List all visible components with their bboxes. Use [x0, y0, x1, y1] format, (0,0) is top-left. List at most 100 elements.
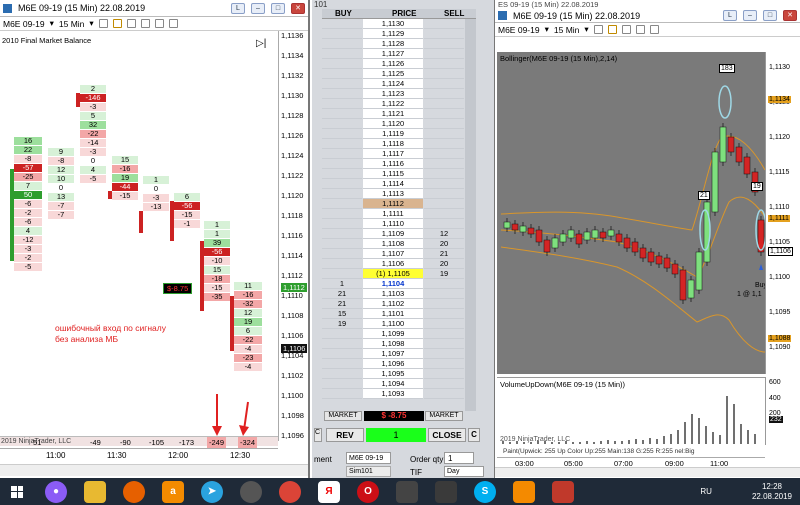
buy-cell[interactable] [322, 249, 362, 259]
sell-cell[interactable] [424, 49, 464, 59]
buy-cell[interactable] [322, 359, 362, 369]
properties-icon[interactable] [635, 25, 645, 34]
tray-lang[interactable]: RU [700, 487, 712, 496]
sell-cell[interactable] [424, 119, 464, 129]
sell-cell[interactable]: 20 [424, 239, 464, 249]
buy-cell[interactable] [322, 89, 362, 99]
app-icon[interactable] [396, 480, 418, 503]
horizontal-scrollbar[interactable] [0, 464, 308, 476]
minimize-button[interactable]: – [251, 2, 265, 14]
c-button[interactable]: C [468, 428, 480, 442]
instrument-selector[interactable]: M6E 09-19 [3, 19, 45, 29]
close-position-button[interactable]: CLOSE [428, 428, 466, 442]
buy-cell[interactable] [322, 239, 362, 249]
sell-cell[interactable] [424, 289, 464, 299]
sell-cell[interactable] [424, 59, 464, 69]
buy-cell[interactable] [322, 109, 362, 119]
sell-cell[interactable]: 21 [424, 249, 464, 259]
right-window-title-row[interactable]: M6E 09-19 (15 Min) 22.08.2019 L – □ ✕ [495, 9, 800, 23]
sell-cell[interactable] [424, 279, 464, 289]
sell-cell[interactable] [424, 199, 464, 209]
ninjatrader-icon[interactable] [552, 480, 574, 503]
minimize-button[interactable]: – [743, 10, 757, 21]
sell-cell[interactable] [424, 379, 464, 389]
interval-selector[interactable]: 15 Min [59, 19, 85, 29]
avast-icon[interactable]: a [162, 480, 184, 503]
buy-cell[interactable] [322, 29, 362, 39]
link-button[interactable]: L [723, 10, 737, 21]
sell-cell[interactable] [424, 329, 464, 339]
yandex-icon[interactable]: Я [318, 480, 340, 503]
sell-cell[interactable] [424, 79, 464, 89]
interval-selector[interactable]: 15 Min [554, 25, 580, 35]
buy-cell[interactable]: 1 [322, 279, 362, 289]
buy-cell[interactable] [322, 59, 362, 69]
buy-cell[interactable]: 19 [322, 319, 362, 329]
opera-icon[interactable]: O [357, 480, 379, 503]
dropdown-icon[interactable]: ▾ [584, 24, 588, 35]
sell-cell[interactable] [424, 359, 464, 369]
sell-cell[interactable] [424, 369, 464, 379]
sell-cell[interactable] [424, 169, 464, 179]
sell-cell[interactable] [424, 19, 464, 29]
sell-cell[interactable]: 12 [424, 229, 464, 239]
buy-cell[interactable] [322, 149, 362, 159]
sell-cell[interactable]: 20 [424, 259, 464, 269]
buy-cell[interactable] [322, 339, 362, 349]
sell-cell[interactable] [424, 109, 464, 119]
sell-cell[interactable] [424, 219, 464, 229]
buy-cell[interactable] [322, 389, 362, 399]
tif-field[interactable]: Day [444, 466, 484, 477]
buy-cell[interactable] [322, 209, 362, 219]
buy-cell[interactable]: 21 [322, 289, 362, 299]
vlc-icon[interactable] [513, 480, 535, 503]
buy-cell[interactable] [322, 39, 362, 49]
start-button[interactable] [6, 481, 28, 503]
sell-cell[interactable] [424, 149, 464, 159]
buy-cell[interactable] [322, 19, 362, 29]
buy-cell[interactable] [322, 169, 362, 179]
buy-cell[interactable] [322, 259, 362, 269]
clock[interactable]: 12:28 22.08.2019 [752, 482, 792, 502]
app-icon[interactable] [435, 480, 457, 503]
buy-cell[interactable] [322, 99, 362, 109]
right-window-titlebar[interactable]: ES 09-19 (15 Min) 22.08.2019 [495, 0, 800, 9]
instrument-field[interactable]: M6E 09-19 [346, 452, 391, 464]
telegram-icon[interactable]: ➤ [201, 480, 223, 503]
buy-cell[interactable] [322, 159, 362, 169]
sell-cell[interactable] [424, 309, 464, 319]
close-button[interactable]: ✕ [783, 10, 797, 21]
sell-cell[interactable] [424, 129, 464, 139]
rev-button[interactable]: REV [326, 428, 364, 442]
zoom-icon[interactable] [98, 19, 108, 28]
left-mini-button[interactable]: C [314, 428, 322, 442]
sell-cell[interactable] [424, 29, 464, 39]
sell-cell[interactable] [424, 69, 464, 79]
strategy-icon[interactable] [649, 25, 659, 34]
sell-cell[interactable] [424, 299, 464, 309]
app-icon[interactable] [240, 480, 262, 503]
sell-cell[interactable]: 19 [424, 269, 464, 279]
buy-cell[interactable] [322, 119, 362, 129]
zoom-icon[interactable] [593, 25, 603, 34]
buy-cell[interactable] [322, 179, 362, 189]
buy-cell[interactable] [322, 79, 362, 89]
sell-cell[interactable] [424, 319, 464, 329]
buy-cell[interactable] [322, 49, 362, 59]
buy-cell[interactable] [322, 189, 362, 199]
sell-cell[interactable] [424, 39, 464, 49]
dropdown-icon[interactable]: ▾ [89, 18, 93, 29]
skype-icon[interactable]: S [474, 480, 496, 503]
right-scrollbar[interactable] [495, 467, 800, 477]
properties-icon[interactable] [140, 19, 150, 28]
alice-app-icon[interactable]: ● [45, 480, 67, 503]
market-sell-button[interactable]: MARKET [425, 411, 463, 421]
buy-cell[interactable] [322, 329, 362, 339]
dom-scroll-area[interactable] [465, 19, 476, 411]
buy-cell[interactable] [322, 129, 362, 139]
sell-cell[interactable] [424, 349, 464, 359]
sell-cell[interactable] [424, 99, 464, 109]
sell-cell[interactable] [424, 209, 464, 219]
quantity-display[interactable]: 1 [366, 428, 426, 442]
buy-cell[interactable]: 15 [322, 309, 362, 319]
